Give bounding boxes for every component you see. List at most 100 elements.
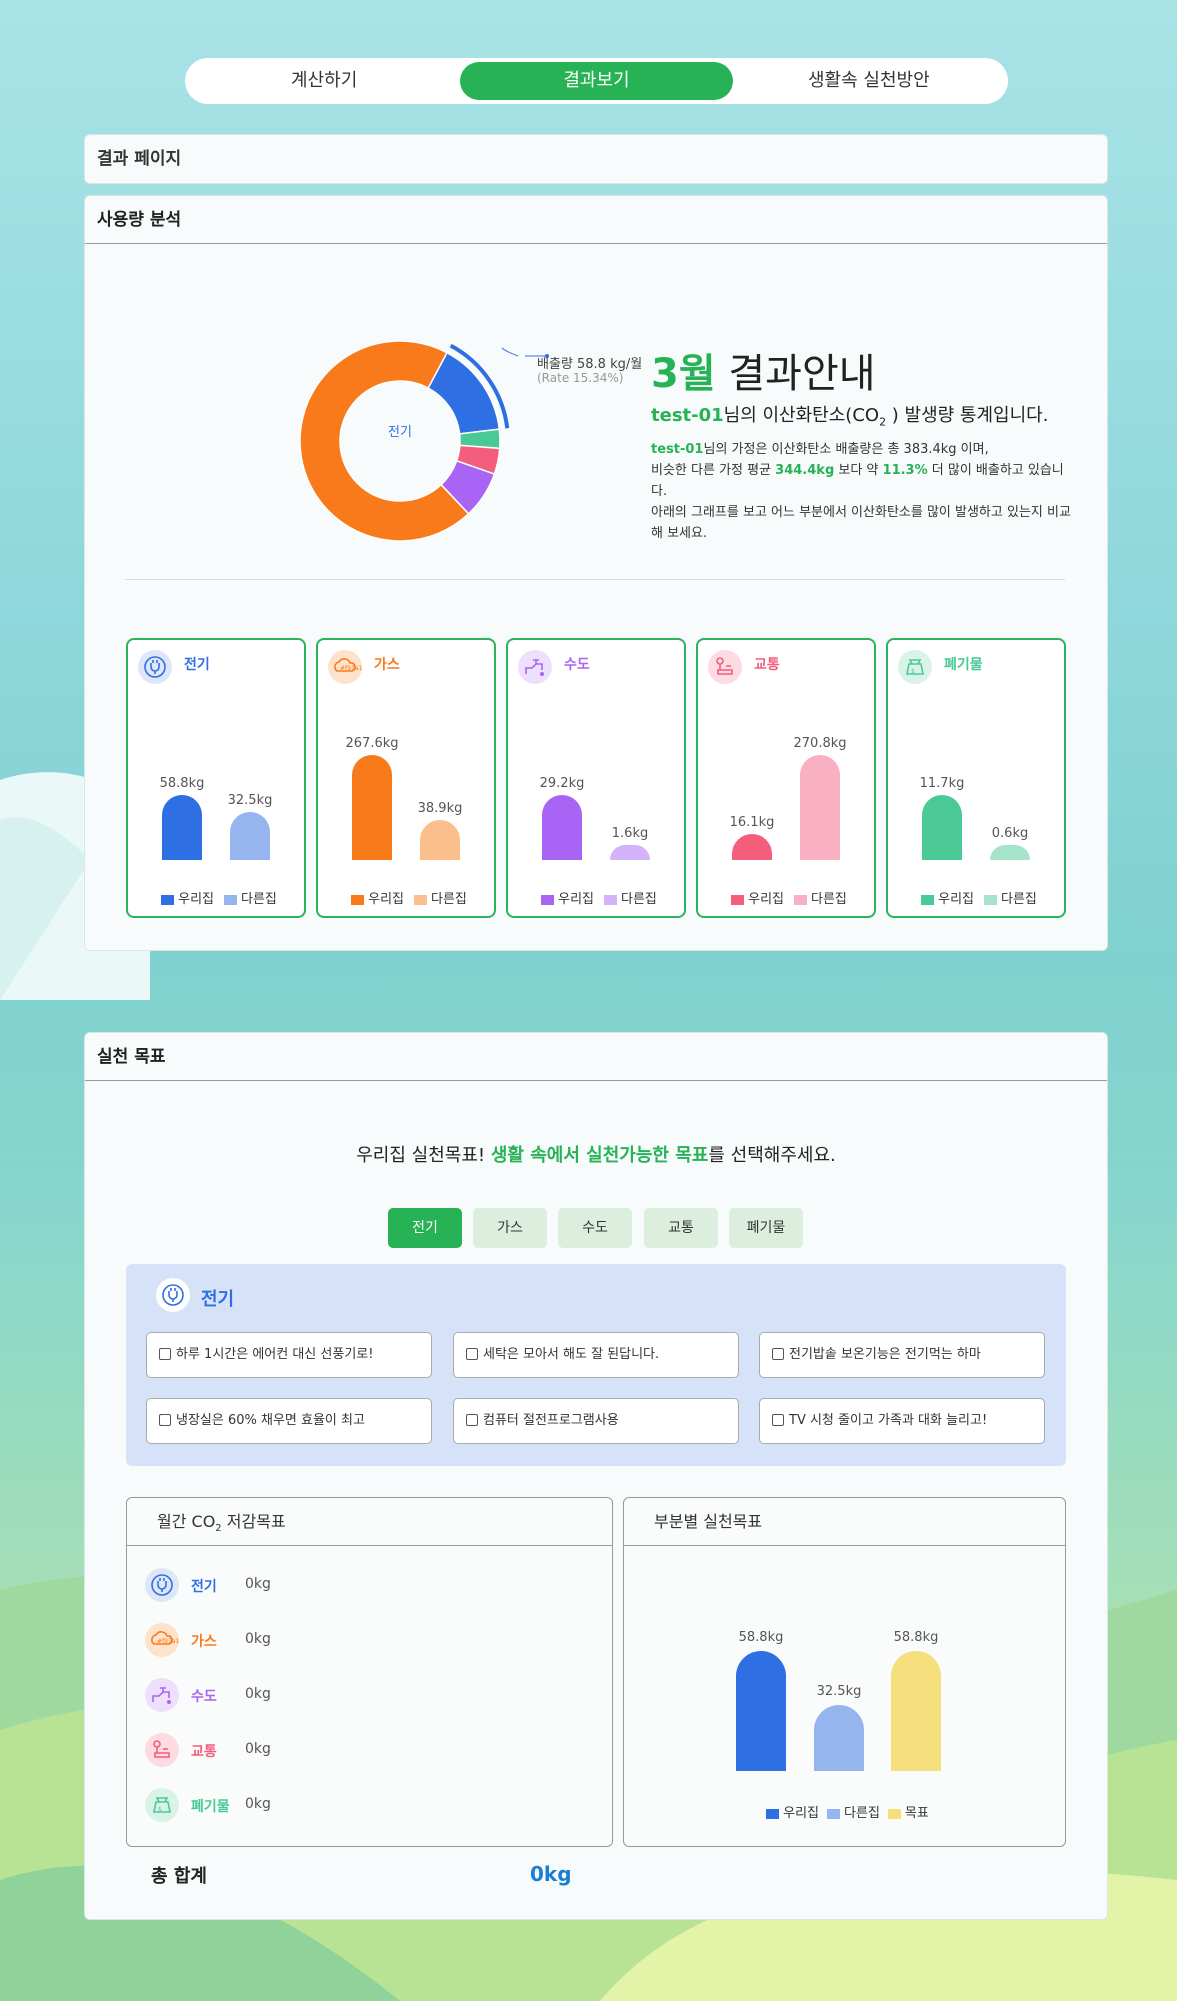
monthly-row-name: 가스 <box>191 1634 217 1650</box>
faucet-icon <box>518 650 552 684</box>
card-title: 전기 <box>184 657 210 673</box>
bar-mine-label: 58.8kg <box>159 776 205 791</box>
sub-user: test-01 <box>651 405 724 426</box>
goal-label: 하루 1시간은 에어컨 대신 선풍기로! <box>176 1347 374 1362</box>
card-bar-area: 29.2kg 1.6kg <box>508 700 684 860</box>
co2-cloud-icon: #f97a1aO2 <box>145 1623 192 1657</box>
callout-rate: (Rate 15.34%) <box>537 371 624 385</box>
card-legend: 우리집 다른집 <box>888 888 1064 907</box>
trash-bag-icon: $ <box>898 650 932 684</box>
monthly-row-water: 수도 0kg <box>145 1678 445 1712</box>
bar-mine-label: 29.2kg <box>539 776 585 791</box>
practice-title: 실천 목표 <box>85 1033 1107 1081</box>
card-title: 수도 <box>564 657 590 673</box>
plug-icon <box>138 650 172 684</box>
goal-checkbox[interactable]: 세탁은 모아서 해도 잘 된답니다. <box>453 1332 739 1378</box>
goal-section-title: 전기 <box>201 1289 235 1310</box>
legend-mine: 우리집 <box>783 1806 820 1821</box>
monthly-goal-title: 월간 CO2 저감목표 <box>127 1498 612 1546</box>
card-bar-area: 267.6kg 38.9kg <box>318 700 494 860</box>
monthly-row-waste: $ 폐기물 0kg <box>145 1788 445 1822</box>
category-card-water: 수도 29.2kg 1.6kg 우리집 다른집 <box>506 638 686 918</box>
sub-text: 님의 이산화탄소(CO <box>723 405 880 426</box>
part-goal-title: 부분별 실천목표 <box>624 1498 1065 1546</box>
total-label: 총 합계 <box>151 1866 207 1887</box>
bar-other <box>610 845 650 860</box>
monthly-row-name: 전기 <box>191 1579 217 1595</box>
desc-line1: 님의 가정은 이산화탄소 배출량은 총 383.4kg 이며, <box>703 442 989 457</box>
result-page-title: 결과 페이지 <box>97 149 182 169</box>
svg-text:$: $ <box>911 668 915 675</box>
faucet-icon <box>145 1678 179 1712</box>
top-tab-bar: 계산하기 결과보기 생활속 실천방안 <box>185 58 1008 104</box>
trash-bag-icon: $ <box>145 1788 179 1822</box>
subheadline: test-01님의 이산화탄소(CO2 ) 발생량 통계입니다. <box>651 401 1048 429</box>
monthly-row-name: 교통 <box>191 1744 217 1760</box>
part-bar-label: 58.8kg <box>738 1630 784 1645</box>
tab-calculate[interactable]: 계산하기 <box>188 62 460 100</box>
tab-practice[interactable]: 생활속 실천방안 <box>733 62 1005 100</box>
monthly-row-gas: #f97a1aO2 가스 0kg <box>145 1623 445 1657</box>
card-bar-area: 11.7kg 0.6kg <box>888 700 1064 860</box>
svg-text:#f97a1aO2: #f97a1aO2 <box>157 1638 179 1645</box>
goal-checkbox[interactable]: 컴퓨터 절전프로그램사용 <box>453 1398 739 1444</box>
bar-other <box>800 755 840 860</box>
monthly-row-value: 0kg <box>245 1741 271 1757</box>
card-legend: 우리집 다른집 <box>318 888 494 907</box>
tab-transport[interactable]: 교통 <box>644 1208 718 1248</box>
desc-line2c: 보다 약 <box>834 463 883 478</box>
legend-other: 다른집 <box>241 892 277 907</box>
card-bar-area: 58.8kg 32.5kg <box>128 700 304 860</box>
bar-other <box>230 812 270 860</box>
category-card-electric: 전기 58.8kg 32.5kg 우리집 다른집 <box>126 638 306 918</box>
tab-result[interactable]: 결과보기 <box>460 62 733 100</box>
bar-other <box>990 845 1030 860</box>
bar-other-label: 38.9kg <box>417 801 463 816</box>
monthly-title-b: 저감목표 <box>221 1512 286 1531</box>
legend-other: 다른집 <box>811 892 847 907</box>
svg-text:$: $ <box>158 1806 162 1813</box>
goal-checkbox[interactable]: 하루 1시간은 에어컨 대신 선풍기로! <box>146 1332 432 1378</box>
monthly-row-value: 0kg <box>245 1576 271 1592</box>
goal-checkbox[interactable]: 전기밥솥 보온기능은 전기먹는 하마 <box>759 1332 1045 1378</box>
legend-goal: 목표 <box>904 1806 929 1821</box>
plug-icon <box>156 1278 190 1312</box>
card-title: 폐기물 <box>944 657 983 673</box>
part-goal-panel: 부분별 실천목표 58.8kg 32.5kg 58.8kg 우리집 다른집 목표 <box>623 1497 1066 1847</box>
category-card-gas: #f97a1aO2 가스 267.6kg 38.9kg 우리집 다른집 <box>316 638 496 918</box>
goal-label: 컴퓨터 절전프로그램사용 <box>483 1413 619 1428</box>
sub-tail: ) 발생량 통계입니다. <box>886 405 1049 426</box>
card-legend: 우리집 다른집 <box>128 888 304 907</box>
monthly-row-name: 수도 <box>191 1689 217 1705</box>
goal-checklist-box: 전기 하루 1시간은 에어컨 대신 선풍기로! 세탁은 모아서 해도 잘 된답니… <box>126 1264 1066 1466</box>
monthly-goal-panel: 월간 CO2 저감목표 전기 0kg #f97a1aO2 가스 0kg 수도 0k… <box>126 1497 613 1847</box>
usage-title: 사용량 분석 <box>85 196 1107 244</box>
goal-label: 세탁은 모아서 해도 잘 된답니다. <box>483 1347 660 1362</box>
prompt-c: 를 선택해주세요. <box>708 1145 836 1166</box>
card-title: 교통 <box>754 657 780 673</box>
monthly-row-transport: 교통 0kg <box>145 1733 445 1767</box>
goal-label: 전기밥솥 보온기능은 전기먹는 하마 <box>789 1347 981 1362</box>
bar-other-label: 0.6kg <box>991 826 1029 841</box>
divider <box>125 579 1065 580</box>
headline-text: 결과안내 <box>715 351 876 397</box>
goal-checkbox[interactable]: TV 시청 줄이고 가족과 대화 늘리고! <box>759 1398 1045 1444</box>
tab-electric[interactable]: 전기 <box>388 1208 462 1248</box>
card-title: 가스 <box>374 657 400 673</box>
bar-mine <box>352 755 392 860</box>
tab-waste[interactable]: 폐기물 <box>729 1208 803 1248</box>
legend-mine: 우리집 <box>938 892 974 907</box>
usage-description: test-01님의 가정은 이산화탄소 배출량은 총 383.4kg 이며, 비… <box>651 439 1071 544</box>
card-legend: 우리집 다른집 <box>508 888 684 907</box>
donut-chart <box>299 340 510 542</box>
tab-water[interactable]: 수도 <box>558 1208 632 1248</box>
card-legend: 우리집 다른집 <box>698 888 874 907</box>
bar-other-label: 32.5kg <box>227 793 273 808</box>
category-card-transport: 교통 16.1kg 270.8kg 우리집 다른집 <box>696 638 876 918</box>
desc-line2a: 비슷한 다른 가정 평균 <box>651 463 776 478</box>
bar-mine <box>162 795 202 860</box>
goal-checkbox[interactable]: 냉장실은 60% 채우면 효율이 최고 <box>146 1398 432 1444</box>
legend-other: 다른집 <box>621 892 657 907</box>
tab-gas[interactable]: 가스 <box>473 1208 547 1248</box>
legend-other: 다른집 <box>431 892 467 907</box>
